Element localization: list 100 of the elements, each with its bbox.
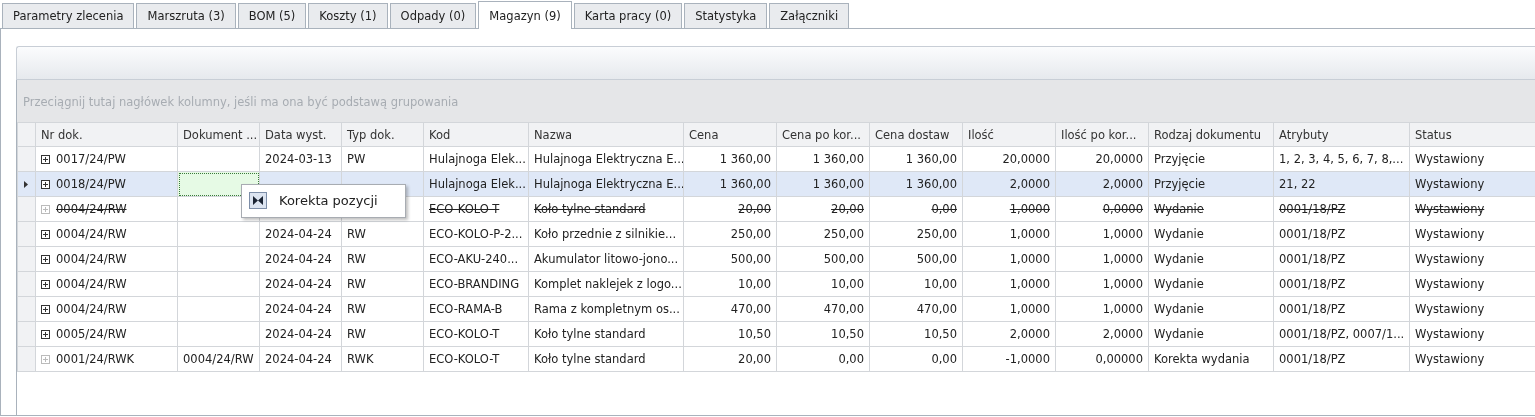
table-cell: 0001/18/PZ xyxy=(1273,196,1410,222)
table-cell: 0,00000 xyxy=(1055,346,1149,372)
row-indicator-icon xyxy=(24,180,28,188)
table-cell: 10,00 xyxy=(776,271,870,297)
table-cell: 500,00 xyxy=(776,246,870,272)
table-cell: 10,00 xyxy=(869,271,963,297)
tab[interactable]: Koszty (1) xyxy=(308,3,388,28)
table-cell: Hulajnoga Elektryczna E... xyxy=(528,171,684,197)
menu-item[interactable]: Korekta pozycji xyxy=(245,188,402,214)
expand-icon[interactable] xyxy=(41,305,50,314)
table-cell: Wydanie xyxy=(1148,296,1274,322)
table-cell: 0001/18/PZ, 0007/1... xyxy=(1273,321,1410,347)
table-cell: 2024-04-24 xyxy=(259,321,342,347)
table-cell: 1,0000 xyxy=(1055,271,1149,297)
table-cell: ECO-KOLO-T xyxy=(423,196,529,222)
column-header[interactable]: Cena po kor... xyxy=(776,122,870,147)
menu-item-icon xyxy=(249,192,267,210)
table-cell: 0005/24/RW xyxy=(56,327,127,341)
table-cell: 20,0000 xyxy=(1055,146,1149,172)
table-cell: 0,00 xyxy=(869,196,963,222)
tab[interactable]: Karta pracy (0) xyxy=(573,3,683,28)
table-cell: 2024-04-24 xyxy=(259,271,342,297)
table-cell: 1,0000 xyxy=(1055,246,1149,272)
table-cell: 2,0000 xyxy=(1055,171,1149,197)
tab[interactable]: BOM (5) xyxy=(237,3,307,28)
tab[interactable]: Odpady (0) xyxy=(389,3,477,28)
table-cell: 500,00 xyxy=(869,246,963,272)
table-cell: 250,00 xyxy=(776,221,870,247)
table-cell: 1 360,00 xyxy=(683,146,777,172)
table-cell: 1,0000 xyxy=(962,221,1056,247)
table-cell: 10,00 xyxy=(683,271,777,297)
table-cell: 0001/18/PZ xyxy=(1273,346,1410,372)
column-header[interactable]: Cena xyxy=(683,122,777,147)
expand-icon[interactable] xyxy=(41,330,50,339)
table-cell: 0001/24/RWK xyxy=(56,352,135,366)
column-header[interactable]: Ilość xyxy=(962,122,1056,147)
table-cell: 0017/24/PW xyxy=(56,152,126,166)
table-cell: RW xyxy=(341,321,424,347)
column-header[interactable]: Nr dok. xyxy=(35,122,178,147)
table-cell: 21, 22 xyxy=(1273,171,1410,197)
table-cell: 20,00 xyxy=(776,196,870,222)
table-cell: 2,0000 xyxy=(1055,321,1149,347)
table-cell: RW xyxy=(341,246,424,272)
table-cell: 0004/24/RW xyxy=(56,202,127,216)
tab[interactable]: Marszruta (3) xyxy=(136,3,236,28)
expand-icon[interactable] xyxy=(41,180,50,189)
column-header[interactable]: Atrybuty xyxy=(1273,122,1410,147)
table-cell: 10,50 xyxy=(776,321,870,347)
tab[interactable]: Statystyka xyxy=(684,3,768,28)
column-header[interactable]: Kod xyxy=(423,122,529,147)
table-cell: RW xyxy=(341,271,424,297)
table-cell: 10,50 xyxy=(683,321,777,347)
table-cell: Wydanie xyxy=(1148,246,1274,272)
table-cell: 1 360,00 xyxy=(776,146,870,172)
table-cell: 1 360,00 xyxy=(776,171,870,197)
table-cell: 470,00 xyxy=(776,296,870,322)
column-header[interactable]: Cena dostaw xyxy=(869,122,963,147)
table-cell: Akumulator litowo-jono... xyxy=(528,246,684,272)
expand-icon[interactable] xyxy=(41,255,50,264)
table-cell: Wystawiony xyxy=(1409,171,1535,197)
table-cell: RWK xyxy=(341,346,424,372)
tab[interactable]: Magazyn (9) xyxy=(478,1,572,29)
tab[interactable]: Parametry zlecenia xyxy=(2,3,135,28)
table-cell: Koło tylne standard xyxy=(528,321,684,347)
table-cell: 0004/24/RW xyxy=(177,346,260,372)
table-cell: ECO-KOLO-P-2... xyxy=(423,221,529,247)
table-cell: RW xyxy=(341,221,424,247)
column-header[interactable]: Data wyst. xyxy=(259,122,342,147)
tab[interactable]: Załączniki xyxy=(769,3,850,28)
table-cell: 500,00 xyxy=(683,246,777,272)
table-cell: 1,0000 xyxy=(962,271,1056,297)
table-cell: 1,0000 xyxy=(1055,296,1149,322)
table-cell: 0,00 xyxy=(776,346,870,372)
table-cell: Wydanie xyxy=(1148,321,1274,347)
table-cell: 0,0000 xyxy=(1055,196,1149,222)
table-cell: Wydanie xyxy=(1148,196,1274,222)
table-cell: 1,0000 xyxy=(1055,221,1149,247)
column-header[interactable]: Dokument ... xyxy=(177,122,260,147)
column-header[interactable]: Typ dok. xyxy=(341,122,424,147)
table-cell: 0004/24/RW xyxy=(56,277,127,291)
table-cell: 250,00 xyxy=(869,221,963,247)
table-cell: Komplet naklejek z logo... xyxy=(528,271,684,297)
table-cell: 0001/18/PZ xyxy=(1273,221,1410,247)
table-cell: 1,0000 xyxy=(962,246,1056,272)
column-header[interactable]: Ilość po kor... xyxy=(1055,122,1149,147)
column-header[interactable]: Rodzaj dokumentu xyxy=(1148,122,1274,147)
table-cell: Koło tylne standard xyxy=(528,196,684,222)
expand-icon[interactable] xyxy=(41,280,50,289)
table-cell: 2,0000 xyxy=(962,171,1056,197)
table-cell: Hulajnoga Elek... xyxy=(423,171,529,197)
expand-icon[interactable] xyxy=(41,155,50,164)
column-header[interactable]: Status xyxy=(1409,122,1535,147)
table-cell: ECO-KOLO-T xyxy=(423,346,529,372)
table-cell: 1 360,00 xyxy=(683,171,777,197)
table-cell: ECO-AKU-240... xyxy=(423,246,529,272)
column-header[interactable]: Nazwa xyxy=(528,122,684,147)
expand-icon[interactable] xyxy=(41,230,50,239)
table-cell: 0,00 xyxy=(869,346,963,372)
table-cell: 2024-03-13 xyxy=(259,146,342,172)
table-cell: Hulajnoga Elek... xyxy=(423,146,529,172)
